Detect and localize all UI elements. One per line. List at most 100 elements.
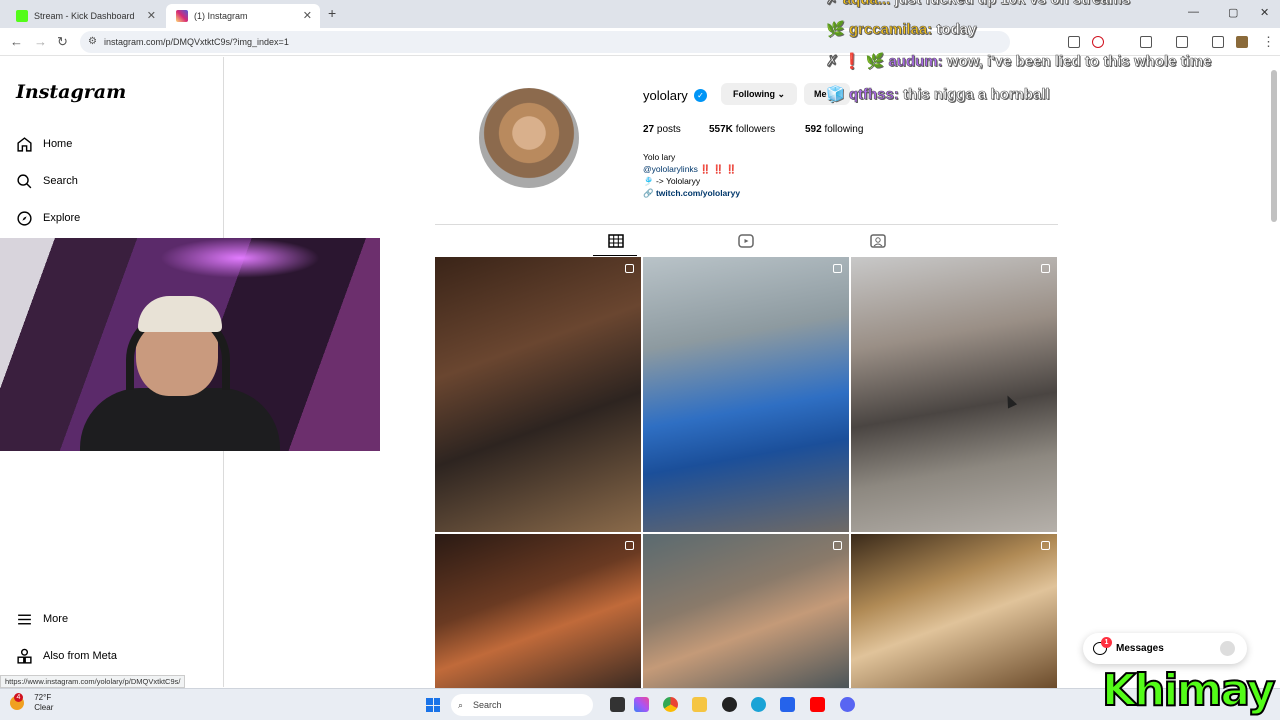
profile-avatar[interactable] <box>479 88 579 188</box>
meta-apps-icon <box>17 648 32 664</box>
site-info-icon[interactable]: ⚙ <box>88 31 97 53</box>
followers-label: followers <box>735 124 776 135</box>
carousel-icon <box>833 264 842 273</box>
explore-icon <box>17 210 32 226</box>
chat-message: 🧊 qtfhss: this nigga a hornball <box>826 85 1050 104</box>
home-icon <box>17 136 32 152</box>
weather-widget[interactable]: 4 72°F Clear <box>10 693 53 713</box>
obs-icon[interactable] <box>722 697 737 712</box>
weather-condition: Clear <box>34 703 54 712</box>
windows-start-icon[interactable] <box>426 698 440 712</box>
chat-text: just fucked up 10k vs on streams <box>894 0 1131 8</box>
edge-icon[interactable] <box>751 697 766 712</box>
streamer-logo: Khimay <box>1101 664 1276 717</box>
purple-light <box>160 238 320 278</box>
chat-badges: 🧊 <box>826 86 845 104</box>
avatar <box>1220 641 1235 656</box>
tab-title: (1) Instagram <box>194 11 248 21</box>
messages-button[interactable]: 1 Messages <box>1083 633 1247 664</box>
profile-avatar-icon[interactable] <box>1236 36 1248 48</box>
extension-icon[interactable] <box>1068 36 1080 48</box>
sidebar-item-label: More <box>43 613 69 625</box>
chrome-icon[interactable] <box>663 697 678 712</box>
sidebar-item-label: Search <box>43 175 78 187</box>
file-explorer-icon[interactable] <box>692 697 707 712</box>
back-icon[interactable]: ← <box>10 34 23 49</box>
close-tab-icon[interactable]: ✕ <box>303 9 312 22</box>
streamer-logo-text: himay <box>1133 664 1276 717</box>
bio-line: 🎐 -> Yololaryy <box>643 176 701 186</box>
chevron-down-icon: ⌄ <box>777 89 786 99</box>
carousel-icon <box>625 264 634 273</box>
followers-stat[interactable]: 557K followers <box>709 124 775 135</box>
sidebar-item-home[interactable]: Home <box>16 132 72 156</box>
webcam-overlay <box>0 238 380 451</box>
post-tile[interactable] <box>435 534 641 689</box>
maximize-icon[interactable]: ▢ <box>1228 6 1238 19</box>
search-icon: ⌕ <box>458 700 464 710</box>
browser-menu-icon[interactable]: ⋮ <box>1262 34 1275 50</box>
posts-count: 27 <box>643 124 655 135</box>
chat-text: today <box>936 21 977 39</box>
opera-icon[interactable] <box>1092 36 1104 48</box>
weather-temp: 72°F <box>34 693 52 702</box>
close-tab-icon[interactable]: ✕ <box>147 9 156 22</box>
taskbar-search[interactable]: ⌕ Search <box>451 694 593 716</box>
chat-message: ✗ aqua... just fucked up 10k vs on strea… <box>826 0 1131 8</box>
store-icon[interactable] <box>780 697 795 712</box>
carousel-icon <box>625 541 634 550</box>
new-tab-icon[interactable]: + <box>328 5 336 21</box>
minimize-icon[interactable]: — <box>1188 6 1199 18</box>
following-count: 592 <box>805 124 822 135</box>
chat-message: ✗ ❗ 🌿 audum: wow, i've been lied to this… <box>826 52 1212 71</box>
post-tile[interactable] <box>851 534 1057 689</box>
followers-count: 557K <box>709 124 733 135</box>
instagram-logo[interactable]: Instagram <box>16 81 126 103</box>
extensions-puzzle-icon[interactable] <box>1140 36 1152 48</box>
reels-tab-icon[interactable] <box>738 234 754 248</box>
sidebar-item-search[interactable]: Search <box>16 169 78 193</box>
task-view-icon[interactable] <box>610 697 625 712</box>
messages-label: Messages <box>1116 643 1164 654</box>
chat-badges: ✗ <box>826 0 839 8</box>
sidebar-item-explore[interactable]: Explore <box>16 206 80 230</box>
link-icon: 🔗 <box>643 188 654 198</box>
chat-user: aqua... <box>842 0 890 8</box>
windows-taskbar: 4 72°F Clear ⌕ Search <box>0 688 1280 720</box>
kick-favicon-icon <box>16 10 28 22</box>
discord-icon[interactable] <box>840 697 855 712</box>
instagram-favicon-icon <box>176 10 188 22</box>
sidebar-item-label: Explore <box>43 212 81 224</box>
sidebar-item-more[interactable]: More <box>16 607 68 631</box>
page-scrollbar[interactable] <box>1271 70 1277 222</box>
post-tile[interactable] <box>851 257 1057 532</box>
search-icon <box>17 173 32 188</box>
forward-icon[interactable]: → <box>34 34 47 49</box>
chat-badges: 🌿 <box>826 21 845 39</box>
profile-tabs-divider <box>435 224 1058 225</box>
reload-icon[interactable]: ↻ <box>57 34 68 50</box>
tab-instagram[interactable]: (1) Instagram ✕ <box>166 4 320 28</box>
following-stat[interactable]: 592 following <box>805 124 863 135</box>
post-tile[interactable] <box>643 534 849 689</box>
following-button[interactable]: Following ⌄ <box>721 83 797 105</box>
post-tile[interactable] <box>435 257 641 532</box>
copilot-icon[interactable] <box>634 697 649 712</box>
status-bar-url: https://www.instagram.com/yololary/p/DMQ… <box>0 675 186 688</box>
bio-external-link[interactable]: 🔗 twitch.com/yololaryy <box>643 187 740 199</box>
chat-user: grccamilaa: <box>848 21 933 39</box>
posts-label: posts <box>656 124 681 135</box>
bio-link-text: twitch.com/yololaryy <box>655 188 741 198</box>
bio-handle-link[interactable]: @yololarylinks ‼️ ‼️ ‼️ <box>643 163 740 175</box>
messages-badge: 1 <box>1101 637 1112 648</box>
posts-grid-tab-icon[interactable] <box>608 234 624 248</box>
tagged-tab-icon[interactable] <box>870 234 886 248</box>
post-tile[interactable] <box>643 257 849 532</box>
streamer-cap <box>138 296 222 332</box>
youtube-icon[interactable] <box>810 697 825 712</box>
sidebar-item-also-from-meta[interactable]: Also from Meta <box>16 644 117 668</box>
tab-kick-dashboard[interactable]: Stream - Kick Dashboard ✕ <box>6 4 164 28</box>
close-window-icon[interactable]: ✕ <box>1260 6 1269 19</box>
reading-list-icon[interactable] <box>1212 36 1224 48</box>
sidebar-icon[interactable] <box>1176 36 1188 48</box>
